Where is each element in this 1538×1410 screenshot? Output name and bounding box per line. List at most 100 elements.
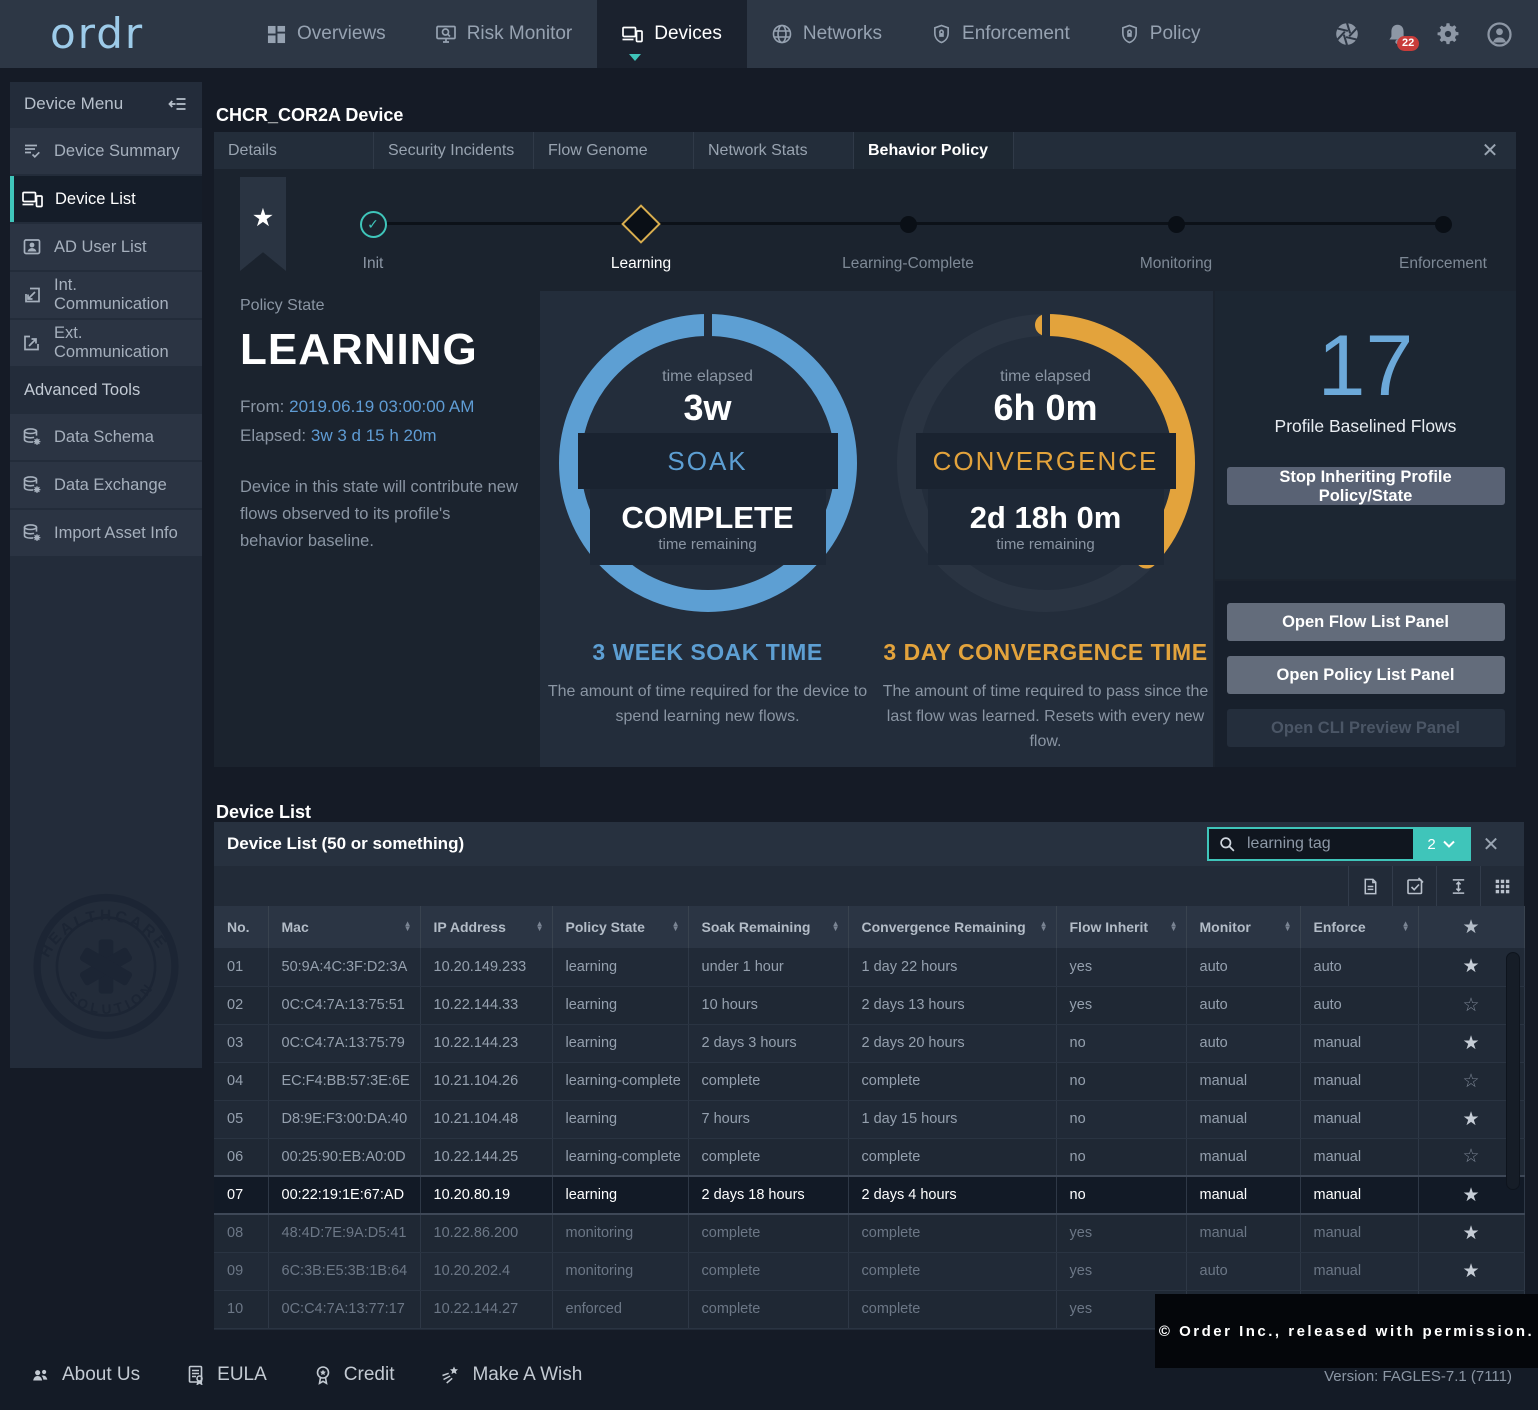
table-row[interactable]: 05 D8:9E:F3:00:DA:40 10.21.104.48 learni… [214, 1100, 1524, 1138]
nav-item-risk-monitor[interactable]: Risk Monitor [411, 0, 598, 68]
table-row[interactable]: 03 0C:C4:7A:13:75:79 10.22.144.23 learni… [214, 1024, 1524, 1062]
table-scrollbar[interactable] [1506, 952, 1520, 1190]
search-input[interactable] [1245, 834, 1395, 854]
sort-icon[interactable]: ▲▼ [1284, 922, 1292, 932]
footer-link-make-a-wish[interactable]: Make A Wish [440, 1364, 582, 1386]
report-file-icon[interactable] [1348, 866, 1392, 906]
nav-item-enforcement[interactable]: Enforcement [907, 0, 1095, 68]
cell-flow-inherit: no [1056, 1176, 1186, 1214]
grid-view-icon[interactable] [1480, 866, 1524, 906]
table-row[interactable]: 06 00:25:90:EB:A0:0D 10.22.144.25 learni… [214, 1138, 1524, 1176]
table-row[interactable]: 04 EC:F4:BB:57:3E:6E 10.21.104.26 learni… [214, 1062, 1524, 1100]
star-icon[interactable]: ★ [1462, 1033, 1479, 1054]
table-row[interactable]: 09 6C:3B:E5:3B:1B:64 10.20.202.4 monitor… [214, 1252, 1524, 1290]
aperture-icon[interactable] [1335, 22, 1359, 46]
collapse-sidebar-icon[interactable] [167, 94, 188, 114]
col-monitor[interactable]: Monitor▲▼ [1186, 906, 1300, 948]
search-count-dropdown[interactable]: 2 [1413, 829, 1469, 859]
footer-link-credit[interactable]: Credit [313, 1364, 395, 1386]
tab-security-incidents[interactable]: Security Incidents [374, 132, 534, 169]
close-panel-icon[interactable]: ✕ [1464, 132, 1516, 169]
cell-ip: 10.22.144.25 [420, 1138, 552, 1176]
cell-policy-state: learning [552, 1176, 688, 1214]
sort-icon[interactable]: ▲▼ [404, 922, 412, 932]
tab-details[interactable]: Details [214, 132, 374, 169]
star-icon[interactable]: ☆ [1462, 995, 1479, 1016]
cell-mac: 48:4D:7E:9A:D5:41 [268, 1214, 420, 1252]
tab-flow-genome[interactable]: Flow Genome [534, 132, 694, 169]
col-convergence[interactable]: Convergence Remaining▲▼ [848, 906, 1056, 948]
col-ip[interactable]: IP Address▲▼ [420, 906, 552, 948]
star-icon[interactable]: ★ [1462, 1261, 1479, 1282]
cell-soak-remaining: complete [688, 1290, 848, 1328]
star-icon[interactable]: ★ [1462, 1223, 1479, 1244]
star-icon[interactable]: ★ [1462, 956, 1479, 977]
notifications-bell-icon[interactable]: 22 [1386, 23, 1409, 46]
tab-behavior-policy[interactable]: Behavior Policy [854, 132, 1014, 169]
nav-label: Devices [654, 23, 722, 45]
cell-flow-inherit: yes [1056, 986, 1186, 1024]
footer-link-eula[interactable]: EULA [186, 1364, 267, 1386]
star-icon[interactable]: ★ [1462, 1109, 1479, 1130]
cell-ip: 10.22.144.33 [420, 986, 552, 1024]
sort-icon[interactable]: ▲▼ [1040, 922, 1048, 932]
footer-link-about-us[interactable]: About Us [30, 1364, 140, 1386]
tab-network-stats[interactable]: Network Stats [694, 132, 854, 169]
cell-soak-remaining: under 1 hour [688, 948, 848, 986]
nav-item-networks[interactable]: Networks [747, 0, 907, 68]
star-icon[interactable]: ☆ [1462, 1071, 1479, 1092]
col-soak[interactable]: Soak Remaining▲▼ [688, 906, 848, 948]
logo-text: ordr [50, 13, 144, 55]
sort-icon[interactable]: ▲▼ [1170, 922, 1178, 932]
device-list-panel-title: Device List (50 or something) [227, 834, 464, 854]
col-flow-inherit[interactable]: Flow Inherit▲▼ [1056, 906, 1186, 948]
sidebar-item-import-asset-info[interactable]: Import Asset Info [10, 510, 202, 556]
table-row[interactable]: 08 48:4D:7E:9A:D5:41 10.22.86.200 monito… [214, 1214, 1524, 1252]
cell-policy-state: learning-complete [552, 1062, 688, 1100]
cell-flow-inherit: yes [1056, 1214, 1186, 1252]
sidebar-item-ad-user-list[interactable]: AD User List [10, 224, 202, 270]
healthcare-solution-watermark: HEALTHCARE SOLUTION [26, 884, 186, 1054]
sidebar-item-ext-communication[interactable]: Ext. Communication [10, 320, 202, 366]
table-row[interactable]: 01 50:9A:4C:3F:D2:3A 10.20.149.233 learn… [214, 948, 1524, 986]
sidebar-item-int-communication[interactable]: Int. Communication [10, 272, 202, 318]
sort-icon[interactable]: ▲▼ [1402, 922, 1410, 932]
sidebar-item-device-list[interactable]: Device List [10, 176, 202, 222]
cell-mac: 6C:3B:E5:3B:1B:64 [268, 1252, 420, 1290]
sidebar-item-data-schema[interactable]: Data Schema [10, 414, 202, 460]
notification-count-badge: 22 [1397, 36, 1419, 51]
edit-checklist-icon[interactable] [1392, 866, 1436, 906]
gear-icon[interactable] [1436, 22, 1460, 46]
globe-icon [772, 24, 792, 44]
sort-icon[interactable]: ▲▼ [832, 922, 840, 932]
col-mac[interactable]: Mac▲▼ [268, 906, 420, 948]
table-row[interactable]: 07 00:22:19:1E:67:AD 10.20.80.19 learnin… [214, 1176, 1524, 1214]
nav-item-overviews[interactable]: Overviews [242, 0, 411, 68]
close-list-icon[interactable]: ✕ [1471, 832, 1511, 857]
stop-inheriting-button[interactable]: Stop Inheriting Profile Policy/State [1227, 467, 1505, 505]
open-cli-preview-button[interactable]: Open CLI Preview Panel [1227, 709, 1505, 747]
database-gear-icon [22, 475, 42, 495]
device-list-panel: Device List (50 or something) 2 ✕ [214, 822, 1524, 1330]
star-icon[interactable]: ☆ [1462, 1146, 1479, 1167]
col-enforce[interactable]: Enforce▲▼ [1300, 906, 1418, 948]
open-policy-list-button[interactable]: Open Policy List Panel [1227, 656, 1505, 694]
sidebar-item-data-exchange[interactable]: Data Exchange [10, 462, 202, 508]
user-avatar-icon[interactable] [1487, 22, 1512, 47]
ordr-logo[interactable]: ordr [50, 0, 200, 68]
col-star: ★ [1418, 906, 1524, 948]
col-policy-state[interactable]: Policy State▲▼ [552, 906, 688, 948]
row-height-icon[interactable] [1436, 866, 1480, 906]
sort-icon[interactable]: ▲▼ [672, 922, 680, 932]
cell-policy-state: learning [552, 986, 688, 1024]
sidebar-item-device-summary[interactable]: Device Summary [10, 128, 202, 174]
star-icon[interactable]: ★ [1462, 1185, 1479, 1206]
cell-convergence-remaining: complete [848, 1062, 1056, 1100]
nav-item-devices[interactable]: Devices [597, 0, 747, 68]
policy-state-summary: Policy State LEARNING From: 2019.06.19 0… [240, 297, 540, 556]
open-flow-list-button[interactable]: Open Flow List Panel [1227, 603, 1505, 641]
sort-icon[interactable]: ▲▼ [536, 922, 544, 932]
table-row[interactable]: 02 0C:C4:7A:13:75:51 10.22.144.33 learni… [214, 986, 1524, 1024]
remaining-label: time remaining [996, 536, 1094, 553]
nav-item-policy[interactable]: Policy [1095, 0, 1226, 68]
